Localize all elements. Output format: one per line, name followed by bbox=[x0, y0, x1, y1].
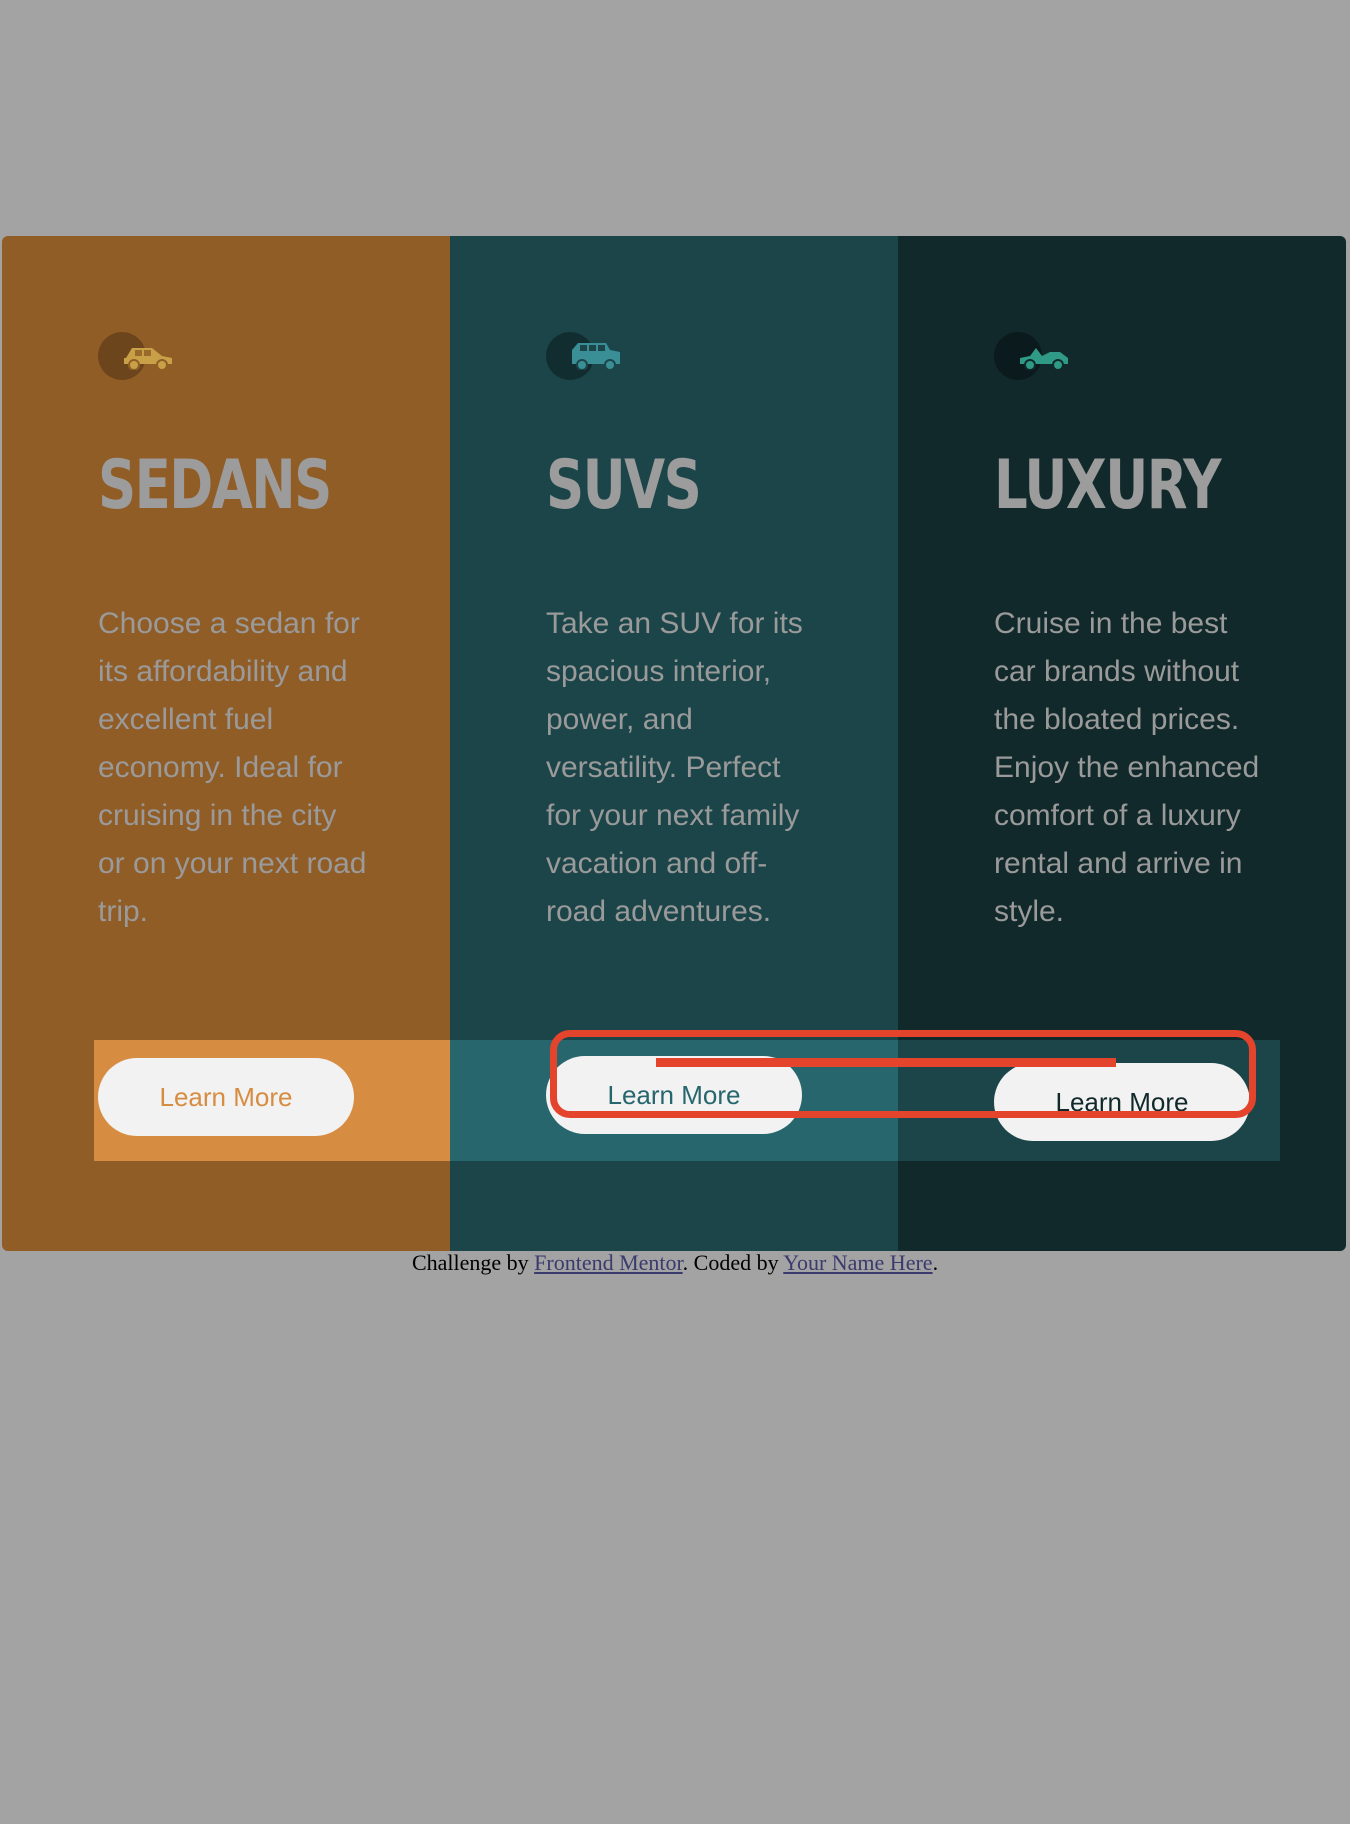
card-description: Cruise in the best car brands without th… bbox=[994, 607, 1260, 928]
card-title: LUXURY bbox=[994, 446, 1221, 525]
sedan-car-icon bbox=[98, 332, 178, 382]
card-title: SEDANS bbox=[98, 446, 332, 525]
luxury-car-icon bbox=[994, 332, 1074, 382]
suvs-card: SUVS Take an SUV for its spacious interi… bbox=[450, 236, 898, 1251]
suv-car-icon bbox=[546, 332, 626, 382]
sedans-card: SEDANS Choose a sedan for its affordabil… bbox=[2, 236, 450, 1251]
learn-more-button[interactable]: Learn More bbox=[98, 1058, 354, 1136]
luxury-card: LUXURY Cruise in the best car brands wit… bbox=[898, 236, 1346, 1251]
attribution-suffix: . bbox=[932, 1250, 939, 1275]
card-description: Choose a sedan for its affordability and… bbox=[98, 607, 367, 928]
attribution-footer: Challenge by Frontend Mentor. Coded by Y… bbox=[0, 1250, 1350, 1276]
attribution-prefix: Challenge by bbox=[411, 1250, 535, 1275]
learn-more-button[interactable]: Learn More bbox=[546, 1056, 802, 1134]
frontend-mentor-link[interactable]: Frontend Mentor bbox=[534, 1250, 683, 1275]
card-title: SUVS bbox=[546, 446, 702, 525]
car-cards-container: SEDANS Choose a sedan for its affordabil… bbox=[2, 236, 1346, 1251]
attribution-middle: . Coded by bbox=[682, 1250, 784, 1275]
card-description: Take an SUV for its spacious interior, p… bbox=[546, 607, 803, 928]
author-link[interactable]: Your Name Here bbox=[783, 1250, 932, 1275]
learn-more-button[interactable]: Learn More bbox=[994, 1063, 1250, 1141]
